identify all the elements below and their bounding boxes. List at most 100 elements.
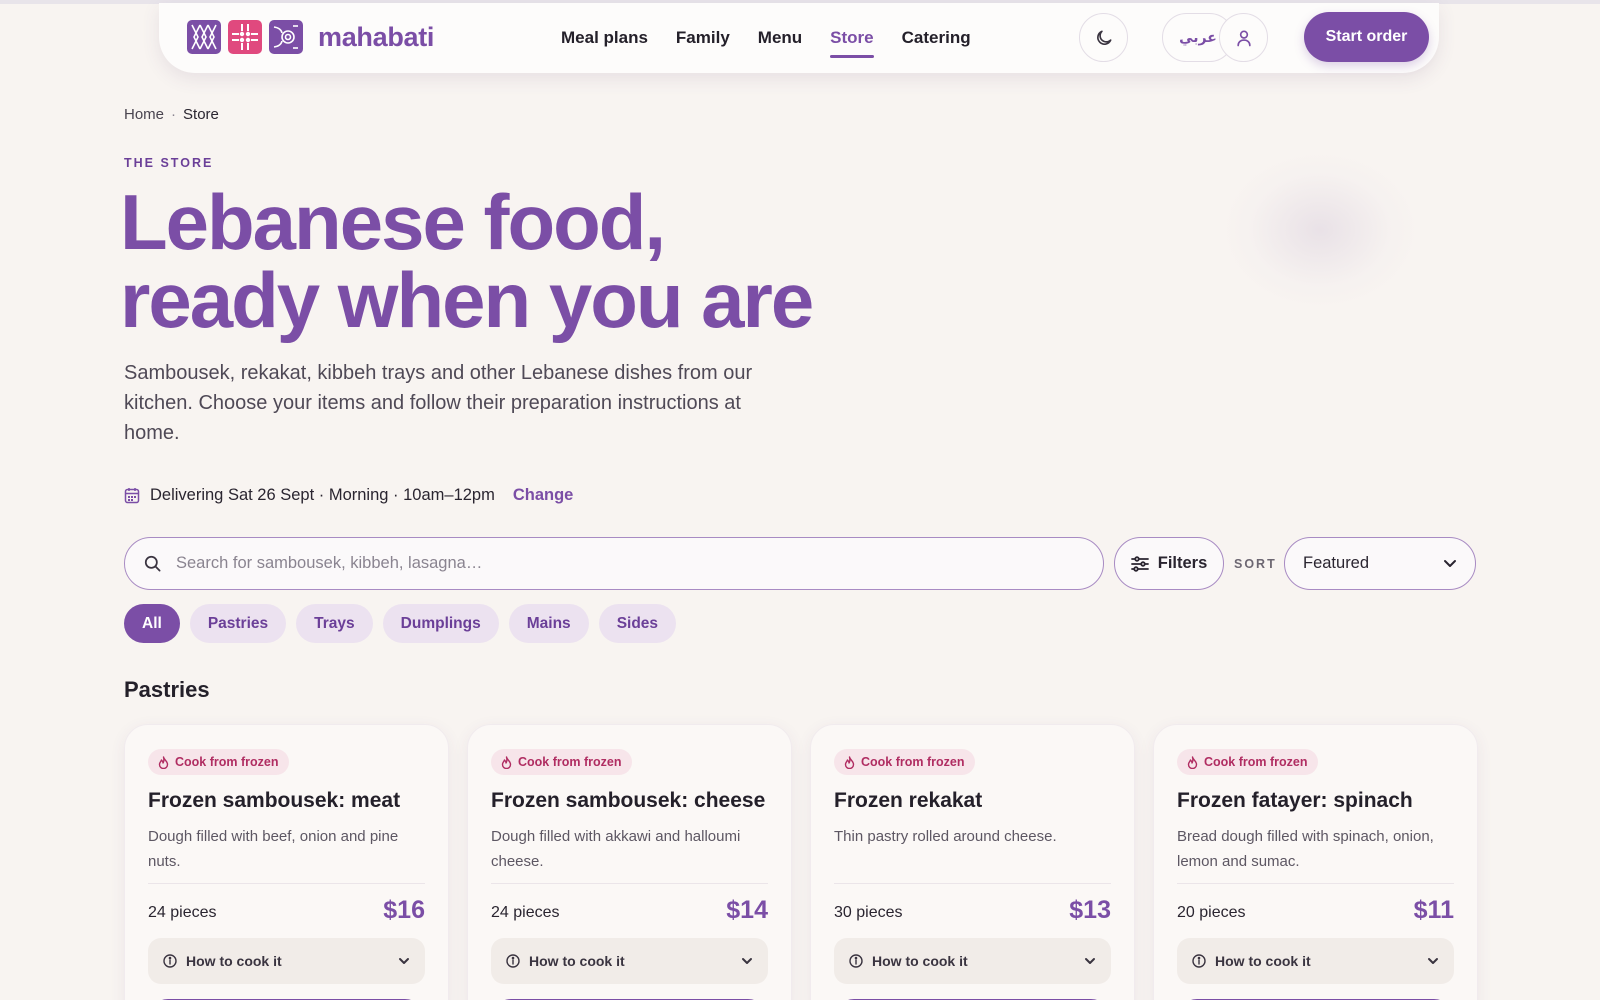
category-chip-mains[interactable]: Mains — [508, 604, 589, 643]
chevron-down-icon — [399, 958, 409, 964]
how-to-cook-toggle[interactable]: How to cook it — [1177, 938, 1454, 984]
page-title: Lebanese food, ready when you are — [120, 183, 1020, 339]
chevron-down-icon — [1444, 560, 1456, 567]
badge-label: Cook from frozen — [861, 755, 965, 769]
flame-icon — [844, 755, 855, 769]
delivery-info: Delivering Sat 26 Sept · Morning · 10am–… — [124, 486, 573, 505]
search-input[interactable] — [176, 554, 1076, 573]
start-order-button[interactable]: Start order — [1304, 12, 1429, 62]
product-card[interactable]: Cook from frozen Frozen rekakat Thin pas… — [810, 724, 1135, 1000]
nav-family[interactable]: Family — [676, 22, 730, 54]
how-to-cook-label: How to cook it — [1215, 953, 1311, 969]
hero-eyebrow: THE STORE — [124, 156, 214, 170]
product-quantity: 20 pieces — [1177, 904, 1246, 921]
product-description: Bread dough filled with spinach, onion, … — [1177, 828, 1434, 870]
product-price: $13 — [1069, 896, 1111, 924]
page-title-line-1: Lebanese food, — [120, 178, 666, 266]
breadcrumb-current: Store — [183, 106, 219, 123]
product-description: Thin pastry rolled around cheese. — [834, 828, 1057, 845]
chevron-down-icon — [1085, 958, 1095, 964]
badge-label: Cook from frozen — [1204, 755, 1308, 769]
product-description: Dough filled with beef, onion and pine n… — [148, 828, 399, 870]
search-icon — [144, 555, 161, 572]
theme-toggle-button[interactable] — [1079, 13, 1128, 62]
category-chip-sides[interactable]: Sides — [598, 604, 677, 643]
sliders-icon — [1130, 555, 1149, 572]
cook-from-frozen-badge: Cook from frozen — [148, 749, 290, 775]
product-quantity: 30 pieces — [834, 904, 903, 921]
filters-button[interactable]: Filters — [1114, 537, 1224, 590]
chevron-down-icon — [742, 958, 752, 964]
breadcrumb-home[interactable]: Home — [124, 106, 164, 123]
cook-from-frozen-badge: Cook from frozen — [1177, 749, 1319, 775]
product-name: Frozen sambousek: meat — [148, 789, 401, 812]
delivery-text: Delivering Sat 26 Sept · Morning · 10am–… — [150, 486, 495, 504]
category-filters: All Pastries Trays Dumplings Mains Sides — [124, 604, 677, 643]
cook-from-frozen-badge: Cook from frozen — [491, 749, 633, 775]
search-bar — [124, 537, 1104, 590]
how-to-cook-toggle[interactable]: How to cook it — [148, 938, 425, 984]
badge-label: Cook from frozen — [175, 755, 279, 769]
product-name: Frozen sambousek: cheese — [491, 789, 766, 812]
how-to-cook-label: How to cook it — [872, 953, 968, 969]
product-card[interactable]: Cook from frozen Frozen fatayer: spinach… — [1153, 724, 1478, 1000]
product-quantity: 24 pieces — [491, 904, 560, 921]
cook-from-frozen-badge: Cook from frozen — [834, 749, 976, 775]
chevron-down-icon — [1428, 958, 1438, 964]
logo-grid-icon — [228, 20, 262, 54]
calendar-icon — [124, 488, 140, 504]
moon-icon — [1096, 30, 1111, 45]
product-name: Frozen rekakat — [834, 789, 983, 812]
category-chip-pastries[interactable]: Pastries — [189, 604, 287, 643]
decorative-blur — [1220, 150, 1420, 310]
flame-icon — [501, 755, 512, 769]
info-icon — [506, 954, 520, 968]
main-nav: Meal plans Family Menu Store Catering — [561, 3, 971, 73]
flame-icon — [1187, 755, 1198, 769]
product-grid: Cook from frozen Frozen sambousek: meat … — [124, 724, 1478, 1000]
breadcrumb-separator: · — [171, 106, 177, 123]
product-price: $11 — [1413, 896, 1454, 924]
category-chip-all[interactable]: All — [124, 604, 180, 643]
site-header: mahabati Meal plans Family Menu Store Ca… — [159, 3, 1439, 73]
user-icon — [1236, 29, 1251, 46]
info-icon — [849, 954, 863, 968]
brand-name: mahabati — [318, 21, 435, 52]
product-card[interactable]: Cook from frozen Frozen sambousek: chees… — [467, 724, 792, 1000]
logo[interactable]: mahabati — [187, 20, 434, 54]
product-price: $16 — [383, 896, 425, 924]
nav-store[interactable]: Store — [830, 22, 875, 58]
product-description: Dough filled with akkawi and halloumi ch… — [491, 828, 741, 870]
how-to-cook-label: How to cook it — [186, 953, 282, 969]
nav-catering[interactable]: Catering — [902, 22, 971, 54]
breadcrumb: Home · Store — [124, 106, 219, 123]
card-divider — [1177, 883, 1454, 884]
how-to-cook-label: How to cook it — [529, 953, 625, 969]
category-chip-trays[interactable]: Trays — [296, 604, 373, 643]
product-name: Frozen fatayer: spinach — [1177, 789, 1413, 812]
change-delivery-link[interactable]: Change — [513, 486, 574, 505]
nav-menu[interactable]: Menu — [758, 22, 802, 54]
hero-subtitle: Sambousek, rekakat, kibbeh trays and oth… — [124, 362, 753, 444]
card-divider — [491, 883, 768, 884]
account-button[interactable] — [1219, 13, 1268, 62]
page-title-line-2: ready when you are — [120, 256, 814, 344]
how-to-cook-toggle[interactable]: How to cook it — [491, 938, 768, 984]
category-chip-dumplings[interactable]: Dumplings — [382, 604, 499, 643]
filters-label: Filters — [1157, 554, 1208, 572]
sort-label: SORT — [1234, 557, 1277, 571]
sort-select[interactable]: Featured — [1284, 537, 1476, 590]
flame-icon — [158, 755, 169, 769]
section-title: Pastries — [124, 677, 210, 702]
badge-label: Cook from frozen — [518, 755, 622, 769]
sort-selected-value: Featured — [1303, 554, 1370, 572]
product-card[interactable]: Cook from frozen Frozen sambousek: meat … — [124, 724, 449, 1000]
card-divider — [148, 883, 425, 884]
logo-spiral-icon — [269, 20, 303, 54]
product-quantity: 24 pieces — [148, 904, 217, 921]
info-icon — [1192, 954, 1206, 968]
logo-pattern-icon — [187, 20, 221, 54]
nav-meal-plans[interactable]: Meal plans — [561, 22, 648, 54]
how-to-cook-toggle[interactable]: How to cook it — [834, 938, 1111, 984]
info-icon — [163, 954, 177, 968]
